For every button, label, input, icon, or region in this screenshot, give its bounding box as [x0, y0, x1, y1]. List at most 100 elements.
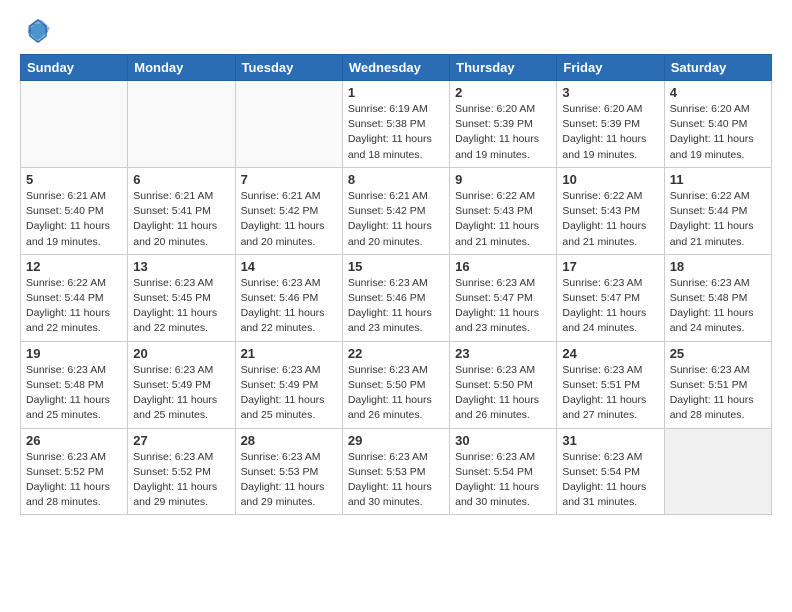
- calendar-cell: 5 Sunrise: 6:21 AM Sunset: 5:40 PM Daylig…: [21, 167, 128, 254]
- calendar-cell: 21Sunrise: 6:23 AM Sunset: 5:49 PM Dayli…: [235, 341, 342, 428]
- day-info: Sunrise: 6:23 AM Sunset: 5:45 PM Dayligh…: [133, 276, 229, 337]
- day-number: 30: [455, 433, 551, 448]
- calendar-cell: 2Sunrise: 6:20 AM Sunset: 5:39 PM Daylig…: [450, 81, 557, 168]
- header: [20, 16, 772, 44]
- weekday-sunday: Sunday: [21, 55, 128, 81]
- weekday-thursday: Thursday: [450, 55, 557, 81]
- day-number: 20: [133, 346, 229, 361]
- day-number: 26: [26, 433, 122, 448]
- calendar-cell: [235, 81, 342, 168]
- calendar-cell: 10 Sunrise: 6:22 AM Sunset: 5:43 PM Dayli…: [557, 167, 664, 254]
- day-number: 10: [562, 172, 658, 187]
- day-info: Sunrise: 6:23 AM Sunset: 5:47 PM Dayligh…: [455, 276, 551, 337]
- page: SundayMondayTuesdayWednesdayThursdayFrid…: [0, 0, 792, 531]
- day-info: Sunrise: 6:21 AM Sunset: 5:42 PM Dayligh…: [241, 189, 337, 250]
- day-number: 1: [348, 85, 444, 100]
- day-number: 12: [26, 259, 122, 274]
- calendar-cell: 24 Sunrise: 6:23 AM Sunset: 5:51 PM Dayli…: [557, 341, 664, 428]
- day-number: 25: [670, 346, 766, 361]
- day-number: 14: [241, 259, 337, 274]
- calendar-cell: 16 Sunrise: 6:23 AM Sunset: 5:47 PM Dayli…: [450, 254, 557, 341]
- day-info: Sunrise: 6:20 AM Sunset: 5:39 PM Dayligh…: [455, 102, 551, 163]
- week-row-0: 1Sunrise: 6:19 AM Sunset: 5:38 PM Daylig…: [21, 81, 772, 168]
- calendar-cell: 31 Sunrise: 6:23 AM Sunset: 5:54 PM Dayli…: [557, 428, 664, 515]
- day-number: 11: [670, 172, 766, 187]
- day-number: 31: [562, 433, 658, 448]
- day-number: 7: [241, 172, 337, 187]
- calendar-cell: 20Sunrise: 6:23 AM Sunset: 5:49 PM Dayli…: [128, 341, 235, 428]
- day-info: Sunrise: 6:23 AM Sunset: 5:46 PM Dayligh…: [241, 276, 337, 337]
- day-number: 13: [133, 259, 229, 274]
- day-number: 5: [26, 172, 122, 187]
- day-info: Sunrise: 6:23 AM Sunset: 5:50 PM Dayligh…: [455, 363, 551, 424]
- day-info: Sunrise: 6:23 AM Sunset: 5:48 PM Dayligh…: [670, 276, 766, 337]
- day-info: Sunrise: 6:23 AM Sunset: 5:54 PM Dayligh…: [562, 450, 658, 511]
- calendar-cell: 12 Sunrise: 6:22 AM Sunset: 5:44 PM Dayli…: [21, 254, 128, 341]
- calendar-cell: 6 Sunrise: 6:21 AM Sunset: 5:41 PM Daylig…: [128, 167, 235, 254]
- day-info: Sunrise: 6:23 AM Sunset: 5:46 PM Dayligh…: [348, 276, 444, 337]
- day-info: Sunrise: 6:23 AM Sunset: 5:51 PM Dayligh…: [562, 363, 658, 424]
- calendar-cell: [128, 81, 235, 168]
- weekday-saturday: Saturday: [664, 55, 771, 81]
- week-row-3: 19Sunrise: 6:23 AM Sunset: 5:48 PM Dayli…: [21, 341, 772, 428]
- calendar-cell: 27 Sunrise: 6:23 AM Sunset: 5:52 PM Dayli…: [128, 428, 235, 515]
- calendar-cell: 17Sunrise: 6:23 AM Sunset: 5:47 PM Dayli…: [557, 254, 664, 341]
- calendar-cell: 9Sunrise: 6:22 AM Sunset: 5:43 PM Daylig…: [450, 167, 557, 254]
- day-number: 16: [455, 259, 551, 274]
- calendar-cell: 30 Sunrise: 6:23 AM Sunset: 5:54 PM Dayli…: [450, 428, 557, 515]
- day-info: Sunrise: 6:23 AM Sunset: 5:50 PM Dayligh…: [348, 363, 444, 424]
- calendar-cell: 19Sunrise: 6:23 AM Sunset: 5:48 PM Dayli…: [21, 341, 128, 428]
- week-row-4: 26 Sunrise: 6:23 AM Sunset: 5:52 PM Dayli…: [21, 428, 772, 515]
- calendar-table: SundayMondayTuesdayWednesdayThursdayFrid…: [20, 54, 772, 515]
- logo: [20, 16, 52, 44]
- calendar-cell: 4 Sunrise: 6:20 AM Sunset: 5:40 PM Daylig…: [664, 81, 771, 168]
- day-number: 21: [241, 346, 337, 361]
- day-number: 4: [670, 85, 766, 100]
- calendar-cell: 15 Sunrise: 6:23 AM Sunset: 5:46 PM Dayli…: [342, 254, 449, 341]
- day-number: 6: [133, 172, 229, 187]
- calendar-cell: 3Sunrise: 6:20 AM Sunset: 5:39 PM Daylig…: [557, 81, 664, 168]
- calendar-cell: 22 Sunrise: 6:23 AM Sunset: 5:50 PM Dayli…: [342, 341, 449, 428]
- calendar-cell: 1Sunrise: 6:19 AM Sunset: 5:38 PM Daylig…: [342, 81, 449, 168]
- day-number: 17: [562, 259, 658, 274]
- calendar-cell: 7 Sunrise: 6:21 AM Sunset: 5:42 PM Daylig…: [235, 167, 342, 254]
- weekday-monday: Monday: [128, 55, 235, 81]
- day-info: Sunrise: 6:21 AM Sunset: 5:41 PM Dayligh…: [133, 189, 229, 250]
- day-info: Sunrise: 6:21 AM Sunset: 5:40 PM Dayligh…: [26, 189, 122, 250]
- weekday-tuesday: Tuesday: [235, 55, 342, 81]
- calendar-cell: [21, 81, 128, 168]
- weekday-wednesday: Wednesday: [342, 55, 449, 81]
- day-info: Sunrise: 6:23 AM Sunset: 5:52 PM Dayligh…: [133, 450, 229, 511]
- calendar-cell: 14 Sunrise: 6:23 AM Sunset: 5:46 PM Dayli…: [235, 254, 342, 341]
- calendar-cell: 26 Sunrise: 6:23 AM Sunset: 5:52 PM Dayli…: [21, 428, 128, 515]
- day-info: Sunrise: 6:23 AM Sunset: 5:51 PM Dayligh…: [670, 363, 766, 424]
- day-info: Sunrise: 6:22 AM Sunset: 5:44 PM Dayligh…: [670, 189, 766, 250]
- day-info: Sunrise: 6:23 AM Sunset: 5:54 PM Dayligh…: [455, 450, 551, 511]
- calendar-cell: 18 Sunrise: 6:23 AM Sunset: 5:48 PM Dayli…: [664, 254, 771, 341]
- calendar-cell: 13 Sunrise: 6:23 AM Sunset: 5:45 PM Dayli…: [128, 254, 235, 341]
- day-info: Sunrise: 6:22 AM Sunset: 5:44 PM Dayligh…: [26, 276, 122, 337]
- weekday-header-row: SundayMondayTuesdayWednesdayThursdayFrid…: [21, 55, 772, 81]
- day-number: 29: [348, 433, 444, 448]
- week-row-1: 5 Sunrise: 6:21 AM Sunset: 5:40 PM Daylig…: [21, 167, 772, 254]
- day-number: 15: [348, 259, 444, 274]
- day-number: 22: [348, 346, 444, 361]
- day-number: 9: [455, 172, 551, 187]
- calendar-cell: 11 Sunrise: 6:22 AM Sunset: 5:44 PM Dayli…: [664, 167, 771, 254]
- day-number: 3: [562, 85, 658, 100]
- day-info: Sunrise: 6:21 AM Sunset: 5:42 PM Dayligh…: [348, 189, 444, 250]
- logo-icon: [24, 16, 52, 44]
- day-info: Sunrise: 6:22 AM Sunset: 5:43 PM Dayligh…: [562, 189, 658, 250]
- calendar-cell: [664, 428, 771, 515]
- day-info: Sunrise: 6:23 AM Sunset: 5:53 PM Dayligh…: [241, 450, 337, 511]
- day-number: 27: [133, 433, 229, 448]
- day-info: Sunrise: 6:23 AM Sunset: 5:52 PM Dayligh…: [26, 450, 122, 511]
- day-number: 24: [562, 346, 658, 361]
- day-number: 18: [670, 259, 766, 274]
- day-info: Sunrise: 6:23 AM Sunset: 5:53 PM Dayligh…: [348, 450, 444, 511]
- weekday-friday: Friday: [557, 55, 664, 81]
- calendar-cell: 25 Sunrise: 6:23 AM Sunset: 5:51 PM Dayli…: [664, 341, 771, 428]
- day-info: Sunrise: 6:20 AM Sunset: 5:40 PM Dayligh…: [670, 102, 766, 163]
- day-number: 23: [455, 346, 551, 361]
- calendar-cell: 29 Sunrise: 6:23 AM Sunset: 5:53 PM Dayli…: [342, 428, 449, 515]
